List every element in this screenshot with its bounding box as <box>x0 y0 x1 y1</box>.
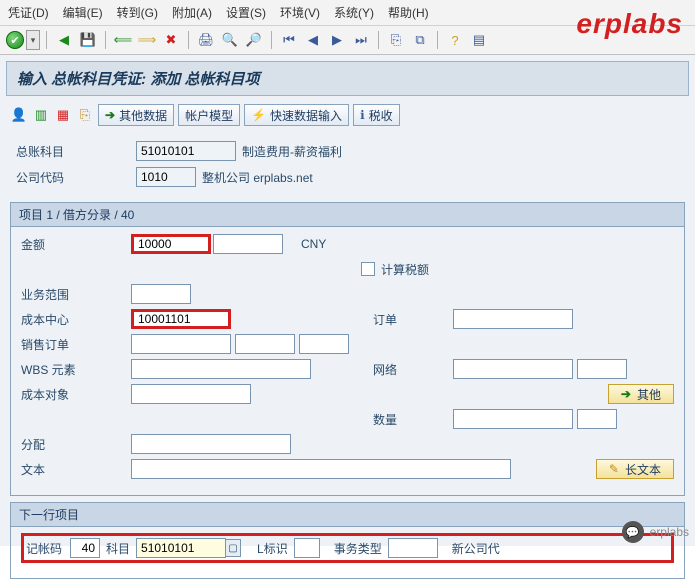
next-item-box: 下一行项目 记帐码 科目 ▢ L标识 事务类型 新公司代 <box>10 502 685 579</box>
calc-tax-checkbox[interactable] <box>361 262 375 276</box>
account-search-help[interactable]: ▢ <box>225 539 241 557</box>
text-field[interactable] <box>131 459 511 479</box>
cost-center-field[interactable] <box>131 309 231 329</box>
gl-account-desc: 制造费用-薪资福利 <box>242 143 342 160</box>
display-icon[interactable]: ▦ <box>54 105 72 125</box>
menu-help[interactable]: 帮助(H) <box>388 4 429 21</box>
wbs-field[interactable] <box>131 359 311 379</box>
prev-page-icon[interactable]: ◀ <box>302 30 324 50</box>
pstky-label: 记帐码 <box>26 540 62 557</box>
shortcut-icon[interactable]: ⧉ <box>409 30 431 50</box>
amount-label: 金额 <box>21 236 131 253</box>
content-area: 输入 总帐科目凭证: 添加 总帐科目项 👤 ▥ ▦ ⎘ ➔其他数据 帐户模型 ⚡… <box>0 55 695 546</box>
back-icon[interactable]: ◀ <box>53 30 75 50</box>
line-item-title: 项目 1 / 借方分录 / 40 <box>11 203 684 227</box>
company-label: 公司代码 <box>16 169 136 186</box>
app-toolbar: 👤 ▥ ▦ ⎘ ➔其他数据 帐户模型 ⚡快速数据输入 ℹ税收 <box>6 102 689 128</box>
ttype-label: 事务类型 <box>334 540 382 557</box>
last-page-icon[interactable]: ⏭ <box>350 30 372 50</box>
sgl-field[interactable] <box>294 538 320 558</box>
pstky-field[interactable] <box>70 538 100 558</box>
overview-icon[interactable]: ▥ <box>32 105 50 125</box>
network-label: 网络 <box>373 361 453 378</box>
cost-center-label: 成本中心 <box>21 311 131 328</box>
more-data-button[interactable]: ➔其他数据 <box>98 104 174 126</box>
cost-obj-field[interactable] <box>131 384 251 404</box>
next-item-title: 下一行项目 <box>11 503 684 527</box>
company-desc: 整机公司 erplabs.net <box>202 169 313 186</box>
amount-field[interactable] <box>131 234 211 254</box>
bus-area-label: 业务范围 <box>21 286 131 303</box>
cmd-dropdown[interactable]: ▾ <box>26 30 40 50</box>
layout-icon[interactable]: ▤ <box>468 30 490 50</box>
qty-field[interactable] <box>453 409 573 429</box>
line-item-box: 项目 1 / 借方分录 / 40 金额 CNY 计算税额 业务范围 成本中心 <box>10 202 685 496</box>
new-session-icon[interactable]: ⎘ <box>385 30 407 50</box>
nav-exit-icon[interactable]: ⟹ <box>136 30 158 50</box>
menu-settings[interactable]: 设置(S) <box>226 4 266 21</box>
menu-goto[interactable]: 转到(G) <box>117 4 158 21</box>
system-toolbar: ✔ ▾ ◀ 💾 ⟸ ⟹ ✖ 🖨 🔍 🔎 ⏮ ◀ ▶ ⏭ ⎘ ⧉ ? ▤ <box>0 26 695 55</box>
enter-icon[interactable]: ✔ <box>6 31 24 49</box>
help-icon[interactable]: ? <box>444 30 466 50</box>
assign-field[interactable] <box>131 434 291 454</box>
text-label: 文本 <box>21 461 131 478</box>
footer-badge: 💬 erplabs <box>622 521 689 543</box>
ttype-field[interactable] <box>388 538 438 558</box>
account-field[interactable] <box>136 538 226 558</box>
bus-area-field[interactable] <box>131 284 191 304</box>
order-field[interactable] <box>453 309 573 329</box>
assign-label: 分配 <box>21 436 131 453</box>
sales-order-item-field[interactable] <box>235 334 295 354</box>
qty-unit-field[interactable] <box>577 409 617 429</box>
company-field <box>136 167 196 187</box>
calc-tax-label: 计算税额 <box>381 261 429 278</box>
long-text-button[interactable]: ✎长文本 <box>596 459 674 479</box>
currency-label: CNY <box>301 237 326 251</box>
find-icon[interactable]: 🔍 <box>219 30 241 50</box>
sales-order-label: 销售订单 <box>21 336 131 353</box>
save-icon[interactable]: 💾 <box>77 30 99 50</box>
footer-name: erplabs <box>650 525 689 539</box>
menu-bar: 凭证(D) 编辑(E) 转到(G) 附加(A) 设置(S) 环境(V) 系统(Y… <box>0 0 695 26</box>
sales-order-field[interactable] <box>131 334 231 354</box>
menu-doc[interactable]: 凭证(D) <box>8 4 49 21</box>
cost-obj-label: 成本对象 <box>21 386 131 403</box>
wbs-label: WBS 元素 <box>21 361 131 378</box>
menu-edit[interactable]: 编辑(E) <box>63 4 103 21</box>
newco-label: 新公司代 <box>452 540 500 557</box>
network-act-field[interactable] <box>577 359 627 379</box>
fast-entry-button[interactable]: ⚡快速数据输入 <box>244 104 349 126</box>
tax-button[interactable]: ℹ税收 <box>353 104 400 126</box>
copy-icon[interactable]: ⎘ <box>76 105 94 125</box>
gl-account-field <box>136 141 236 161</box>
nav-back-icon[interactable]: ⟸ <box>112 30 134 50</box>
amount2-field[interactable] <box>213 234 283 254</box>
next-page-icon[interactable]: ▶ <box>326 30 348 50</box>
gl-account-label: 总账科目 <box>16 143 136 160</box>
page-title: 输入 总帐科目凭证: 添加 总帐科目项 <box>6 61 689 96</box>
user-icon[interactable]: 👤 <box>10 105 28 125</box>
order-label: 订单 <box>373 311 453 328</box>
cancel-icon[interactable]: ✖ <box>160 30 182 50</box>
find-next-icon[interactable]: 🔎 <box>243 30 265 50</box>
sales-order-sched-field[interactable] <box>299 334 349 354</box>
wechat-icon: 💬 <box>622 521 644 543</box>
first-page-icon[interactable]: ⏮ <box>278 30 300 50</box>
network-field[interactable] <box>453 359 573 379</box>
acct-model-button[interactable]: 帐户模型 <box>178 104 240 126</box>
account-label: 科目 <box>106 540 130 557</box>
print-icon[interactable]: 🖨 <box>195 30 217 50</box>
other-button[interactable]: ➔其他 <box>608 384 674 404</box>
menu-extras[interactable]: 附加(A) <box>172 4 212 21</box>
header-form: 总账科目 制造费用-薪资福利 公司代码 整机公司 erplabs.net <box>6 136 689 196</box>
menu-system[interactable]: 系统(Y) <box>334 4 374 21</box>
qty-label: 数量 <box>373 411 453 428</box>
menu-env[interactable]: 环境(V) <box>280 4 320 21</box>
sgl-label: L标识 <box>257 540 288 557</box>
